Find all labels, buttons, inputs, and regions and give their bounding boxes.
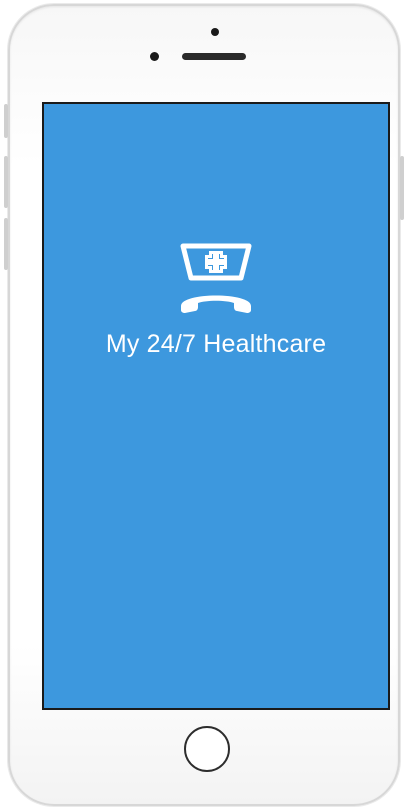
home-button[interactable] — [184, 726, 230, 772]
volume-down-button — [4, 218, 8, 270]
sensor-dot — [211, 28, 219, 36]
earpiece-speaker — [182, 53, 246, 60]
phone-frame: My 24/7 Healthcare — [4, 4, 404, 806]
power-button — [400, 156, 404, 220]
volume-up-button — [4, 156, 8, 208]
app-title: My 24/7 Healthcare — [105, 330, 327, 358]
nurse-cap-phone-icon — [171, 240, 261, 320]
mute-switch — [4, 104, 8, 138]
splash-screen: My 24/7 Healthcare — [42, 102, 390, 710]
front-camera — [150, 52, 159, 61]
